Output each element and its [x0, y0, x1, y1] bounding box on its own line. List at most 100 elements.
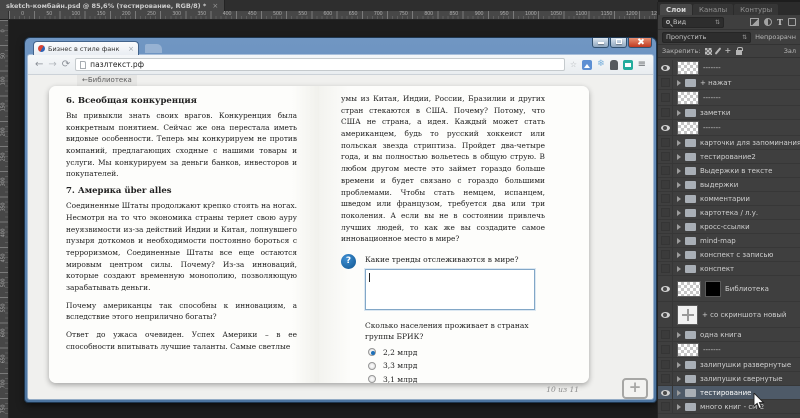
eye-toggle[interactable]	[658, 328, 673, 341]
radio-option[interactable]: 2,2 млрд	[368, 348, 550, 357]
bookmark-star-icon[interactable]: ☆	[570, 60, 577, 69]
layer-row[interactable]: заметки	[658, 106, 800, 120]
layer-row[interactable]: тестирование2	[658, 150, 800, 164]
layer-row[interactable]: -------	[658, 90, 800, 106]
eye-toggle[interactable]	[658, 342, 673, 357]
panel-tab-layers[interactable]: Слои	[660, 4, 692, 15]
lock-position-icon[interactable]: +	[724, 47, 731, 55]
blend-mode-select[interactable]: Пропустить ⇅	[662, 31, 752, 43]
extension-dark-icon[interactable]	[609, 59, 618, 70]
eye-toggle[interactable]	[658, 136, 673, 149]
eye-toggle[interactable]	[658, 76, 673, 89]
browser-titlebar[interactable]: Бизнес в стиле фанк ×	[28, 38, 653, 55]
eye-toggle[interactable]	[658, 60, 673, 75]
expand-arrow-icon[interactable]	[677, 195, 681, 202]
layer-row[interactable]: залипушки развернутые	[658, 358, 800, 372]
expand-arrow-icon[interactable]	[677, 403, 681, 410]
eye-toggle[interactable]	[658, 248, 673, 261]
filter-adjustment-layers-icon[interactable]	[764, 18, 773, 26]
eye-toggle[interactable]	[658, 358, 673, 371]
menu-hamburger-icon[interactable]: ≡	[638, 59, 646, 70]
eye-toggle[interactable]	[658, 106, 673, 119]
panel-tab-paths[interactable]: Контуры	[734, 4, 779, 15]
extension-snowflake-icon[interactable]: ❄	[597, 60, 605, 69]
expand-arrow-icon[interactable]	[677, 181, 681, 188]
expand-arrow-icon[interactable]	[677, 375, 681, 382]
layer-row[interactable]: -------	[658, 120, 800, 136]
answer-textarea[interactable]	[365, 268, 535, 310]
eye-toggle[interactable]	[658, 302, 673, 327]
expand-arrow-icon[interactable]	[677, 153, 681, 160]
eye-toggle[interactable]	[658, 120, 673, 135]
layer-row[interactable]: выдержки	[658, 178, 800, 192]
eye-toggle[interactable]	[658, 372, 673, 385]
document-close-icon[interactable]: ×	[212, 2, 218, 10]
address-bar[interactable]: пазлтекст.рф	[75, 58, 565, 71]
radio-button[interactable]	[368, 348, 376, 357]
breadcrumb-library-link[interactable]: ←Библиотека	[77, 75, 137, 86]
layer-row[interactable]: -------	[658, 60, 800, 76]
expand-arrow-icon[interactable]	[677, 361, 681, 368]
window-minimize-button[interactable]	[592, 38, 609, 48]
layer-row[interactable]: кросс-ссылки	[658, 220, 800, 234]
layer-row[interactable]: + со скриншота новый	[658, 302, 800, 328]
radio-button[interactable]	[368, 361, 376, 370]
url-text[interactable]: пазлтекст.рф	[90, 60, 560, 69]
panel-tab-channels[interactable]: Каналы	[692, 4, 734, 15]
reload-icon[interactable]: ⟳	[62, 59, 70, 70]
layer-row[interactable]: много книг - см 2	[658, 400, 800, 414]
expand-arrow-icon[interactable]	[677, 251, 681, 258]
layer-row[interactable]: одна книга	[658, 328, 800, 342]
expand-arrow-icon[interactable]	[677, 109, 681, 116]
new-tab-button[interactable]	[145, 44, 162, 53]
window-close-button[interactable]	[628, 38, 652, 48]
layer-row[interactable]: конспект с записью	[658, 248, 800, 262]
eye-toggle[interactable]	[658, 234, 673, 247]
lock-pixels-icon[interactable]	[715, 47, 722, 55]
layer-row[interactable]: картотека / л.у.	[658, 206, 800, 220]
expand-arrow-icon[interactable]	[677, 265, 681, 272]
eye-toggle[interactable]	[658, 90, 673, 105]
expand-arrow-icon[interactable]	[677, 389, 681, 396]
document-tab[interactable]: sketch-комбайн.psd @ 85,6% (тестирование…	[0, 0, 226, 11]
eye-toggle[interactable]	[658, 206, 673, 219]
layer-row[interactable]: залипушки свернутые	[658, 372, 800, 386]
layer-row[interactable]: -------	[658, 342, 800, 358]
layer-row[interactable]: комментарии	[658, 192, 800, 206]
expand-arrow-icon[interactable]	[677, 209, 681, 216]
lock-all-icon[interactable]	[736, 47, 744, 55]
browser-tab[interactable]: Бизнес в стиле фанк ×	[33, 41, 139, 55]
radio-option[interactable]: 3,3 млрд	[368, 361, 550, 370]
forward-icon[interactable]: →	[48, 59, 56, 70]
extension-image-icon[interactable]	[582, 59, 593, 70]
layer-row[interactable]: Выдержки в тексте	[658, 164, 800, 178]
layer-row[interactable]: карточки для запоминания	[658, 136, 800, 150]
eye-toggle[interactable]	[658, 192, 673, 205]
layer-row[interactable]: тестирование	[658, 386, 800, 400]
radio-button[interactable]	[368, 375, 376, 383]
expand-arrow-icon[interactable]	[677, 167, 681, 174]
eye-toggle[interactable]	[658, 386, 673, 399]
expand-arrow-icon[interactable]	[677, 79, 681, 86]
expand-arrow-icon[interactable]	[677, 237, 681, 244]
filter-shape-layers-icon[interactable]	[788, 18, 796, 26]
eye-toggle[interactable]	[658, 262, 673, 275]
expand-arrow-icon[interactable]	[677, 139, 681, 146]
expand-arrow-icon[interactable]	[677, 331, 681, 338]
layer-filter-select[interactable]: Вид ⇅	[662, 16, 724, 28]
extension-chat-icon[interactable]	[622, 59, 633, 70]
eye-toggle[interactable]	[658, 150, 673, 163]
filter-pixel-layers-icon[interactable]	[750, 18, 760, 26]
eye-toggle[interactable]	[658, 400, 673, 413]
layer-row[interactable]: конспект	[658, 262, 800, 276]
expand-arrow-icon[interactable]	[677, 223, 681, 230]
layer-row[interactable]: + нажат	[658, 76, 800, 90]
lock-transparency-icon[interactable]	[705, 47, 713, 55]
layer-row[interactable]: mind-map	[658, 234, 800, 248]
back-icon[interactable]: ←	[35, 59, 43, 70]
window-maximize-button[interactable]	[610, 38, 627, 48]
tab-close-icon[interactable]: ×	[128, 45, 134, 53]
filter-type-layers-icon[interactable]: T	[777, 18, 783, 26]
add-page-button[interactable]: +	[622, 378, 648, 399]
radio-option[interactable]: 3,1 млрд	[368, 375, 550, 383]
